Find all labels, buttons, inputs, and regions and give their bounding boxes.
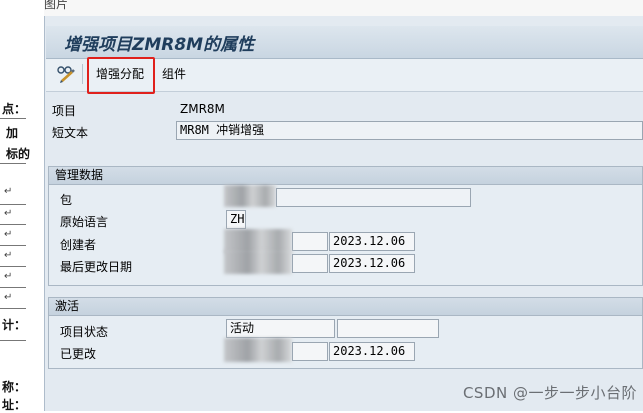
project-label: 项目 (52, 104, 77, 118)
project-status-label: 项目状态 (60, 325, 109, 339)
toolbar-separator (82, 64, 83, 84)
background-rule (0, 245, 26, 246)
return-mark-icon: ↵ (4, 271, 13, 282)
watermark: CSDN @一步一步小台阶 (462, 384, 637, 402)
created-date-field[interactable]: 2023.12.06 (329, 232, 415, 251)
short-text-field[interactable]: MR8M 冲销增强 (176, 121, 643, 140)
background-rule (0, 204, 26, 205)
top-strip: 图片 (44, 0, 643, 17)
changed-date-field[interactable]: 2023.12.06 (329, 342, 415, 361)
page-title: 增强项目ZMR8M的属性 (64, 35, 255, 55)
last-changed-date-field[interactable]: 2023.12.06 (329, 254, 415, 273)
management-data-header: 管理数据 (49, 167, 642, 185)
return-mark-icon: ↵ (4, 208, 13, 219)
components-button[interactable]: 组件 (162, 64, 186, 84)
display-change-button[interactable] (56, 64, 76, 84)
changed-label: 已更改 (60, 347, 97, 361)
background-rule (0, 266, 26, 267)
short-text-label: 短文本 (52, 126, 89, 140)
top-label: 图片 (44, 0, 69, 11)
background-rule (0, 340, 26, 341)
package-label: 包 (60, 193, 73, 207)
background-document: 点： 加 标的 ↵ ↵ ↵ ↵ ↵ ↵ 计： 称： 址： (0, 0, 45, 412)
background-text: 计： (2, 318, 27, 332)
background-rule (0, 118, 26, 119)
original-language-label: 原始语言 (60, 215, 109, 229)
background-rule (0, 224, 26, 225)
background-text: 加 (6, 126, 19, 140)
return-mark-icon: ↵ (4, 292, 13, 303)
project-value: ZMR8M (180, 102, 225, 116)
original-language-field[interactable]: ZH (226, 210, 246, 229)
highlight-box (87, 57, 155, 94)
background-text: 标的 (6, 147, 31, 161)
background-text: 称： (2, 380, 27, 394)
project-status-extra-field[interactable] (337, 319, 439, 338)
changed-by-field[interactable] (292, 342, 328, 361)
created-by-field[interactable] (292, 232, 328, 251)
redacted-last-changer (224, 250, 292, 274)
last-changed-by-field[interactable] (292, 254, 328, 273)
redacted-package (224, 185, 276, 207)
background-text: 点： (2, 102, 27, 116)
last-changed-label: 最后更改日期 (60, 260, 133, 274)
return-mark-icon: ↵ (4, 229, 13, 240)
created-by-label: 创建者 (60, 238, 97, 252)
project-status-field[interactable]: 活动 (226, 319, 335, 338)
background-rule (0, 163, 26, 164)
background-rule (0, 308, 26, 309)
activation-header: 激活 (49, 298, 642, 316)
redacted-changer (224, 338, 292, 362)
background-text: 址： (2, 398, 27, 412)
glasses-pencil-icon (57, 66, 75, 83)
return-mark-icon: ↵ (4, 186, 13, 197)
package-description-field[interactable] (276, 188, 471, 207)
background-rule (0, 287, 26, 288)
return-mark-icon: ↵ (4, 250, 13, 261)
